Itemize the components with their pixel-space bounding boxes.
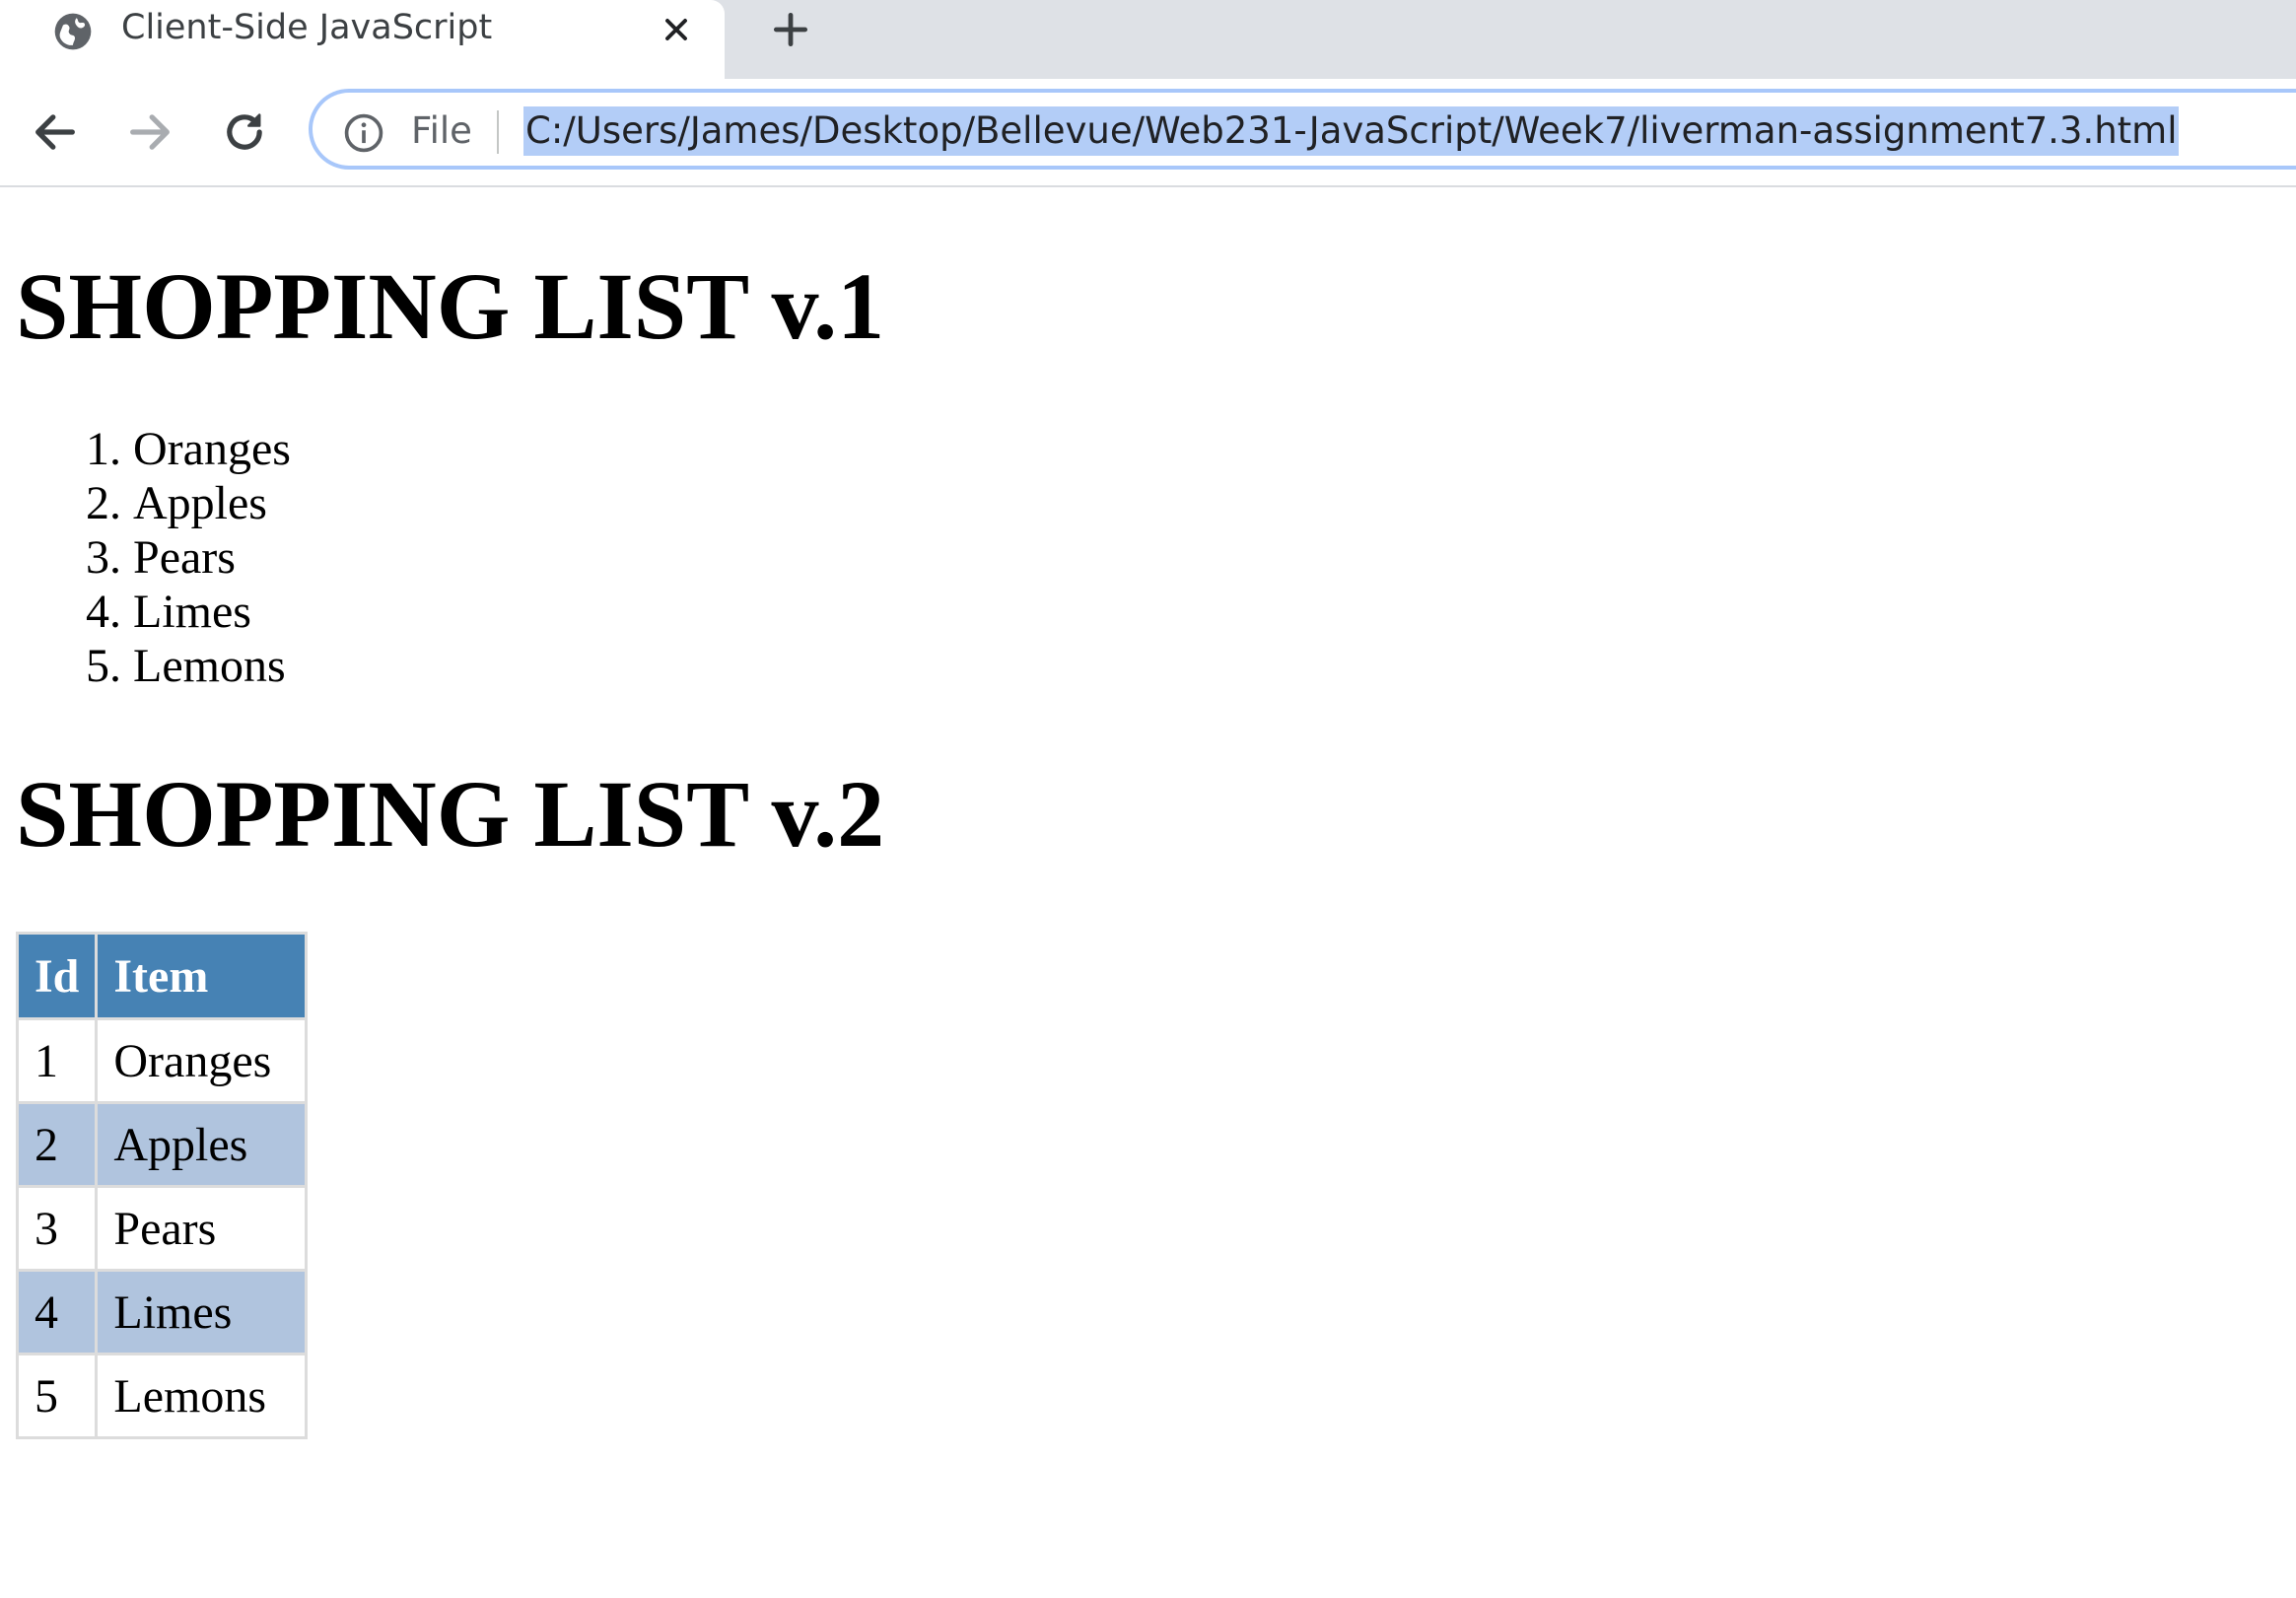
table-row: 1 Oranges [15, 1017, 309, 1104]
list-item: Apples [133, 476, 291, 530]
table-cell-item: Apples [95, 1101, 309, 1188]
list-item: Limes [133, 585, 291, 639]
heading-shopping-list-v2: SHOPPING LIST v.2 [16, 761, 885, 867]
tab-title: Client-Side JavaScript [121, 8, 493, 47]
table-cell-id: 5 [15, 1353, 99, 1439]
tab-strip: Client-Side JavaScript [0, 0, 2296, 79]
info-icon[interactable] [342, 111, 385, 155]
table-row: 4 Limes [15, 1269, 309, 1355]
list-item: Lemons [133, 639, 291, 693]
omnibox-divider [497, 110, 499, 154]
browser-tab-active[interactable]: Client-Side JavaScript [0, 0, 725, 79]
browser-toolbar: File C:/Users/James/Desktop/Bellevue/Web… [0, 79, 2296, 187]
table-cell-item: Limes [95, 1269, 309, 1355]
new-tab-icon[interactable] [769, 8, 812, 51]
reload-icon[interactable] [219, 106, 270, 158]
table-cell-id: 1 [15, 1017, 99, 1104]
back-arrow-icon[interactable] [30, 106, 81, 158]
shopping-list-ordered: Oranges Apples Pears Limes Lemons [0, 422, 291, 693]
address-bar[interactable]: File C:/Users/James/Desktop/Bellevue/Web… [309, 89, 2296, 170]
table-row: 5 Lemons [15, 1353, 309, 1439]
shopping-list-table: Id Item 1 Oranges 2 Apples 3 Pears 4 Lim… [15, 932, 309, 1439]
table-cell-item: Lemons [95, 1353, 309, 1439]
table-cell-id: 3 [15, 1185, 99, 1272]
close-icon[interactable] [659, 12, 694, 47]
table-cell-item: Oranges [95, 1017, 309, 1104]
column-header-item: Item [95, 932, 309, 1020]
column-header-id: Id [15, 932, 99, 1020]
table-row: 3 Pears [15, 1185, 309, 1272]
list-item: Oranges [133, 422, 291, 476]
table-cell-item: Pears [95, 1185, 309, 1272]
table-cell-id: 4 [15, 1269, 99, 1355]
table-header-row: Id Item [15, 932, 309, 1020]
table-cell-id: 2 [15, 1101, 99, 1188]
file-scheme-label: File [411, 109, 472, 152]
globe-icon [54, 13, 92, 50]
table-row: 2 Apples [15, 1101, 309, 1188]
url-text[interactable]: C:/Users/James/Desktop/Bellevue/Web231-J… [523, 106, 2180, 156]
forward-arrow-icon[interactable] [124, 106, 175, 158]
list-item: Pears [133, 530, 291, 585]
heading-shopping-list-v1: SHOPPING LIST v.1 [16, 253, 885, 359]
